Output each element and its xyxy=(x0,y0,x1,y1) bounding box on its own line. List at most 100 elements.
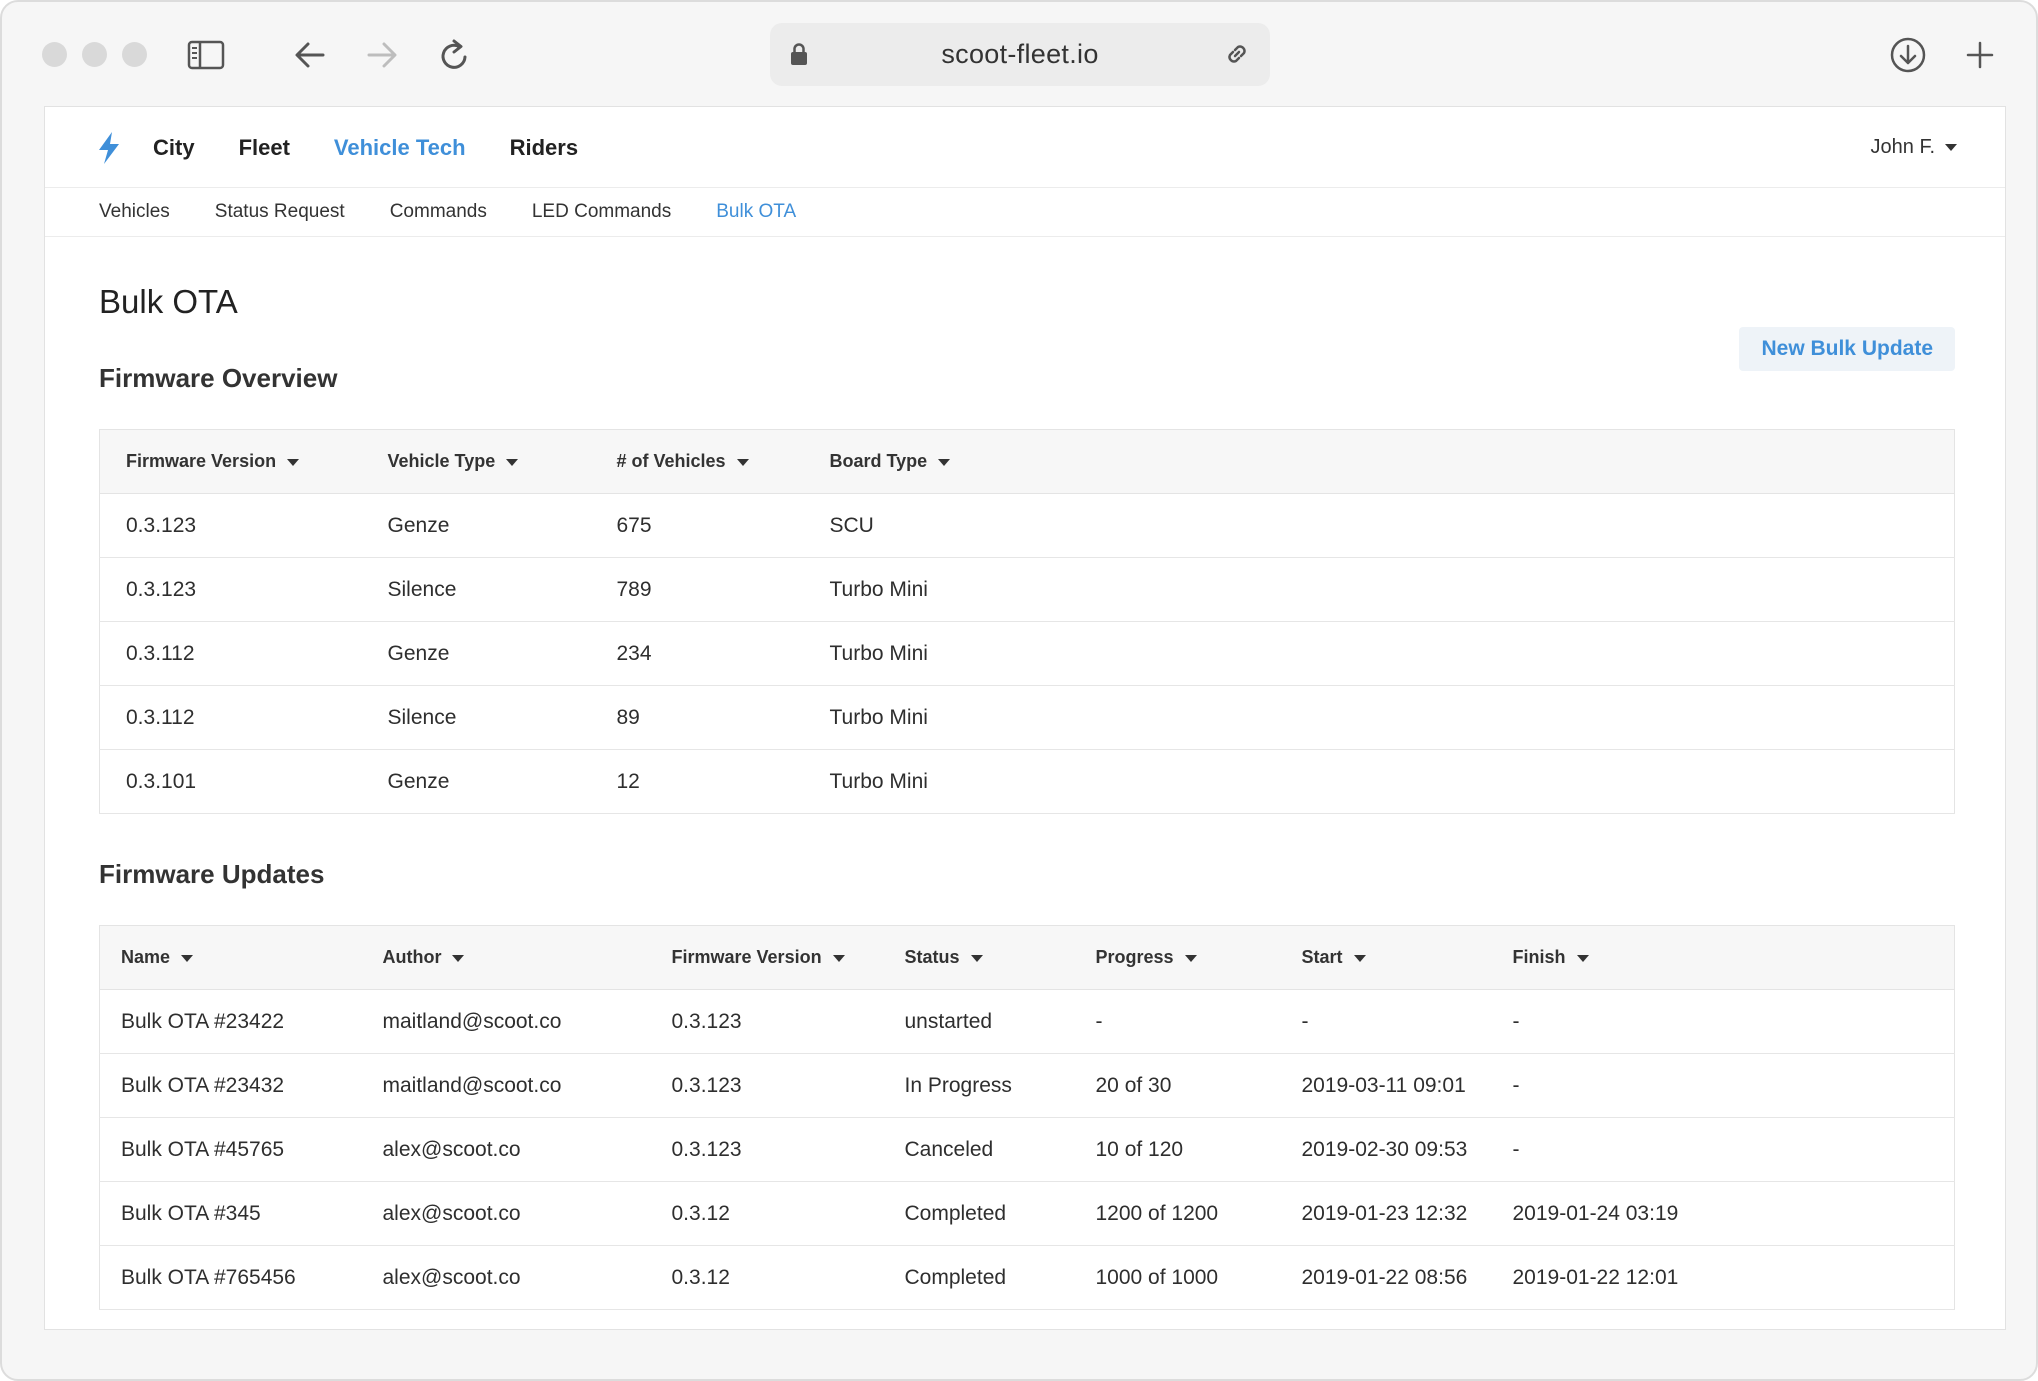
browser-window: scoot-fleet.io City Fleet Vehicle Tech R… xyxy=(0,0,2038,1381)
sort-caret-icon xyxy=(736,458,749,466)
reload-icon[interactable] xyxy=(430,31,478,79)
cell-name: Bulk OTA #23422 xyxy=(99,989,383,1054)
column-header-progress[interactable]: Progress xyxy=(1095,925,1302,990)
table-row[interactable]: Bulk OTA #23422 maitland@scoot.co 0.3.12… xyxy=(99,989,1955,1054)
sort-caret-icon xyxy=(287,458,300,466)
cell-progress: - xyxy=(1095,989,1302,1054)
cell-vehicle-count: 89 xyxy=(616,685,830,750)
cell-board-type: Turbo Mini xyxy=(829,557,1955,622)
lightning-bolt-icon[interactable] xyxy=(97,132,121,169)
cell-finish: - xyxy=(1512,1117,1955,1182)
sort-caret-icon xyxy=(938,458,951,466)
cell-vehicle-count: 789 xyxy=(616,557,830,622)
cell-firmware-version: 0.3.12 xyxy=(671,1245,905,1310)
cell-finish: - xyxy=(1512,989,1955,1054)
table-header-row: Name Author Firmware Version Status Prog… xyxy=(99,925,1955,990)
column-header-finish[interactable]: Finish xyxy=(1512,925,1955,990)
url-text: scoot-fleet.io xyxy=(941,39,1099,69)
maximize-window-button[interactable] xyxy=(122,42,147,67)
download-icon[interactable] xyxy=(1884,31,1932,79)
cell-author: alex@scoot.co xyxy=(382,1117,672,1182)
nav-item-city[interactable]: City xyxy=(153,135,195,161)
new-bulk-update-button[interactable]: New Bulk Update xyxy=(1739,327,1955,371)
table-row[interactable]: Bulk OTA #765456 alex@scoot.co 0.3.12 Co… xyxy=(99,1245,1955,1310)
sort-caret-icon xyxy=(506,458,519,466)
subnav-item-led-commands[interactable]: LED Commands xyxy=(532,201,671,223)
sort-caret-icon xyxy=(832,954,845,962)
cell-firmware-version: 0.3.112 xyxy=(99,685,388,750)
web-page: City Fleet Vehicle Tech Riders John F. V… xyxy=(44,106,2006,1330)
link-icon[interactable] xyxy=(1222,39,1252,74)
column-header-vehicle-type[interactable]: Vehicle Type xyxy=(387,429,617,494)
table-row[interactable]: 0.3.123 Genze 675 SCU xyxy=(99,493,1955,558)
cell-firmware-version: 0.3.123 xyxy=(671,1053,905,1118)
table-row[interactable]: Bulk OTA #45765 alex@scoot.co 0.3.123 Ca… xyxy=(99,1117,1955,1182)
cell-status: Completed xyxy=(904,1245,1096,1310)
cell-start: 2019-01-22 08:56 xyxy=(1301,1245,1513,1310)
column-header-firmware-version[interactable]: Firmware Version xyxy=(99,429,388,494)
table-row[interactable]: 0.3.112 Silence 89 Turbo Mini xyxy=(99,685,1955,750)
sort-caret-icon xyxy=(1353,954,1366,962)
cell-vehicle-count: 234 xyxy=(616,621,830,686)
cell-firmware-version: 0.3.123 xyxy=(99,493,388,558)
cell-start: 2019-03-11 09:01 xyxy=(1301,1053,1513,1118)
cell-author: maitland@scoot.co xyxy=(382,989,672,1054)
arrow-right-icon[interactable] xyxy=(358,31,406,79)
cell-name: Bulk OTA #45765 xyxy=(99,1117,383,1182)
minimize-window-button[interactable] xyxy=(82,42,107,67)
column-header-status[interactable]: Status xyxy=(904,925,1096,990)
table-row[interactable]: 0.3.112 Genze 234 Turbo Mini xyxy=(99,621,1955,686)
cell-board-type: Turbo Mini xyxy=(829,749,1955,814)
close-window-button[interactable] xyxy=(42,42,67,67)
sidebar-icon[interactable] xyxy=(182,31,230,79)
cell-vehicle-count: 12 xyxy=(616,749,830,814)
cell-progress: 20 of 30 xyxy=(1095,1053,1302,1118)
nav-item-vehicle-tech[interactable]: Vehicle Tech xyxy=(334,135,466,161)
plus-icon[interactable] xyxy=(1956,31,2004,79)
cell-name: Bulk OTA #23432 xyxy=(99,1053,383,1118)
cell-start: - xyxy=(1301,989,1513,1054)
main-nav: City Fleet Vehicle Tech Riders xyxy=(153,107,622,188)
sort-caret-icon xyxy=(970,954,983,962)
cell-name: Bulk OTA #345 xyxy=(99,1181,383,1246)
window-controls xyxy=(42,42,147,67)
table-row[interactable]: Bulk OTA #23432 maitland@scoot.co 0.3.12… xyxy=(99,1053,1955,1118)
column-header-start[interactable]: Start xyxy=(1301,925,1513,990)
subnav-item-commands[interactable]: Commands xyxy=(390,201,487,223)
nav-item-fleet[interactable]: Fleet xyxy=(239,135,290,161)
sort-caret-icon xyxy=(181,954,194,962)
chevron-down-icon xyxy=(1945,144,1957,151)
cell-start: 2019-02-30 09:53 xyxy=(1301,1117,1513,1182)
subnav-item-bulk-ota[interactable]: Bulk OTA xyxy=(716,201,796,223)
user-name: John F. xyxy=(1870,136,1935,158)
cell-board-type: Turbo Mini xyxy=(829,685,1955,750)
column-header-board-type[interactable]: Board Type xyxy=(829,429,1955,494)
cell-firmware-version: 0.3.123 xyxy=(99,557,388,622)
column-header-name[interactable]: Name xyxy=(99,925,383,990)
sub-navigation: Vehicles Status Request Commands LED Com… xyxy=(45,188,2005,237)
table-header-row: Firmware Version Vehicle Type # of Vehic… xyxy=(99,429,1955,494)
column-header-firmware-version[interactable]: Firmware Version xyxy=(671,925,905,990)
top-navigation: City Fleet Vehicle Tech Riders John F. xyxy=(45,107,2005,188)
cell-vehicle-type: Genze xyxy=(387,749,617,814)
sort-caret-icon xyxy=(452,954,465,962)
cell-vehicle-type: Silence xyxy=(387,685,617,750)
nav-item-riders[interactable]: Riders xyxy=(510,135,578,161)
user-menu[interactable]: John F. xyxy=(1871,107,1957,188)
subnav-item-status-request[interactable]: Status Request xyxy=(215,201,345,223)
column-header-vehicle-count[interactable]: # of Vehicles xyxy=(616,429,830,494)
column-header-author[interactable]: Author xyxy=(382,925,672,990)
table-row[interactable]: Bulk OTA #345 alex@scoot.co 0.3.12 Compl… xyxy=(99,1181,1955,1246)
cell-progress: 10 of 120 xyxy=(1095,1117,1302,1182)
address-bar[interactable]: scoot-fleet.io xyxy=(770,23,1270,86)
subnav-item-vehicles[interactable]: Vehicles xyxy=(99,201,170,223)
firmware-overview-table: Firmware Version Vehicle Type # of Vehic… xyxy=(99,429,1955,814)
cell-status: unstarted xyxy=(904,989,1096,1054)
cell-status: In Progress xyxy=(904,1053,1096,1118)
arrow-left-icon[interactable] xyxy=(286,31,334,79)
table-row[interactable]: 0.3.101 Genze 12 Turbo Mini xyxy=(99,749,1955,814)
cell-finish: - xyxy=(1512,1053,1955,1118)
cell-vehicle-type: Genze xyxy=(387,621,617,686)
table-row[interactable]: 0.3.123 Silence 789 Turbo Mini xyxy=(99,557,1955,622)
cell-board-type: SCU xyxy=(829,493,1955,558)
